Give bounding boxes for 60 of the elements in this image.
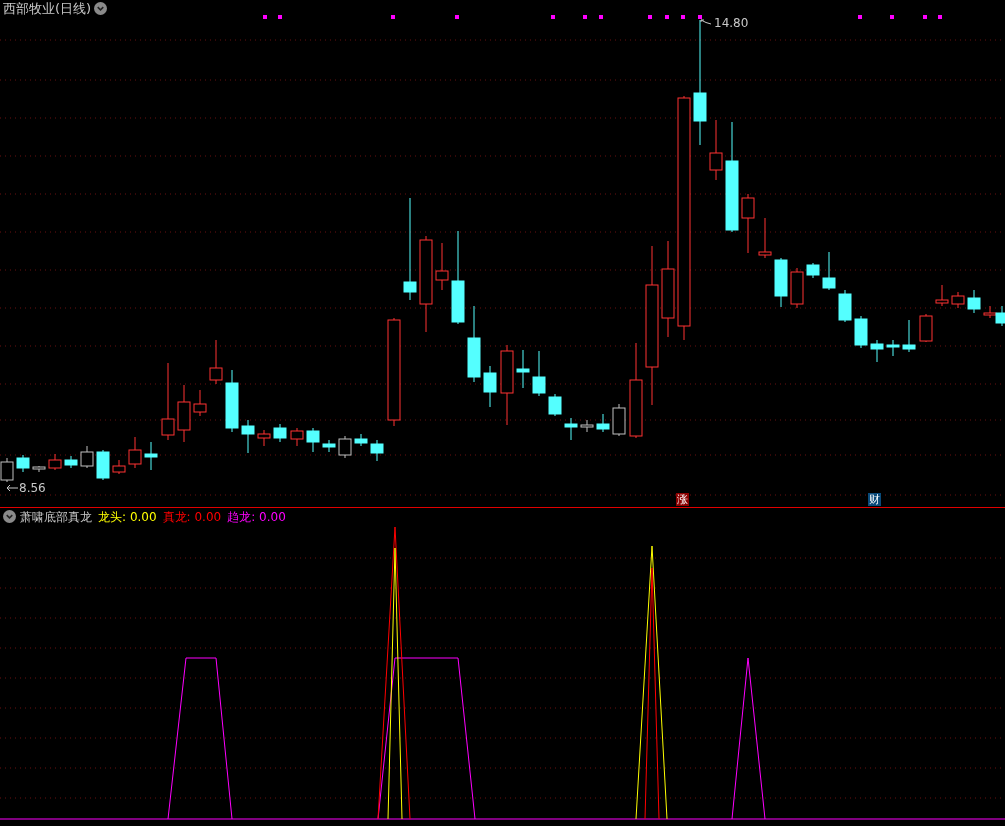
candlestick: [854, 315, 868, 349]
candlestick: [532, 350, 546, 397]
candlestick: [919, 313, 933, 343]
candlestick: [886, 339, 900, 357]
chart-title: 西部牧业(日线): [3, 2, 92, 15]
candlestick: [822, 251, 836, 291]
signal-marker: 财: [868, 493, 881, 506]
candlestick: [257, 429, 271, 447]
arrow-icon: [700, 19, 712, 27]
candlestick: [96, 449, 110, 481]
candlestick: [902, 319, 916, 353]
arrow-icon: [6, 484, 18, 492]
candlestick: [128, 436, 142, 469]
candlestick: [177, 384, 191, 443]
candlestick: [483, 365, 497, 408]
signal-marker: 涨: [676, 493, 689, 506]
indicator-legend-item: 龙头: 0.00: [98, 510, 157, 523]
candlestick: [838, 289, 852, 323]
candlestick: [709, 119, 723, 181]
candlestick: [144, 441, 158, 471]
candlestick: [790, 267, 804, 309]
candlestick: [209, 339, 223, 385]
low-price-label: 8.56: [19, 482, 46, 494]
candlestick: [354, 433, 368, 447]
candlestick: [273, 423, 287, 443]
candlestick: [322, 439, 336, 453]
candlestick: [564, 417, 578, 441]
candlestick: [967, 289, 981, 314]
candlestick: [193, 389, 207, 417]
candlestick: [774, 257, 788, 308]
candlestick: [612, 403, 626, 437]
candlestick: [80, 445, 94, 469]
candlestick: [935, 284, 949, 307]
candlestick: [516, 349, 530, 389]
candlestick: [596, 413, 610, 433]
candlestick: [370, 439, 384, 462]
candlestick: [241, 419, 255, 454]
candlestick: [435, 242, 449, 291]
candlestick: [741, 193, 755, 254]
candlestick: [16, 454, 30, 473]
indicator-legend-item: 趋龙: 0.00: [227, 510, 286, 523]
candlestick: [112, 459, 126, 475]
candlestick: [338, 435, 352, 459]
chevron-down-icon[interactable]: [3, 510, 16, 523]
high-price-label: 14.80: [714, 17, 749, 29]
candlestick: [225, 369, 239, 433]
candlestick: [758, 217, 772, 259]
candlestick: [951, 291, 965, 309]
candlestick: [64, 455, 78, 469]
indicator-legend-item: 真龙: 0.00: [162, 510, 222, 523]
indicator-name: 萧啸底部真龙: [20, 510, 92, 523]
chevron-down-icon[interactable]: [94, 2, 108, 15]
candlestick: [548, 393, 562, 417]
candlestick: [32, 465, 46, 473]
candlestick: [580, 419, 594, 433]
candlestick: [48, 453, 62, 471]
candlestick: [806, 262, 820, 279]
candlestick: [306, 427, 320, 453]
candlestick: [870, 339, 884, 363]
candlestick: [290, 427, 304, 447]
